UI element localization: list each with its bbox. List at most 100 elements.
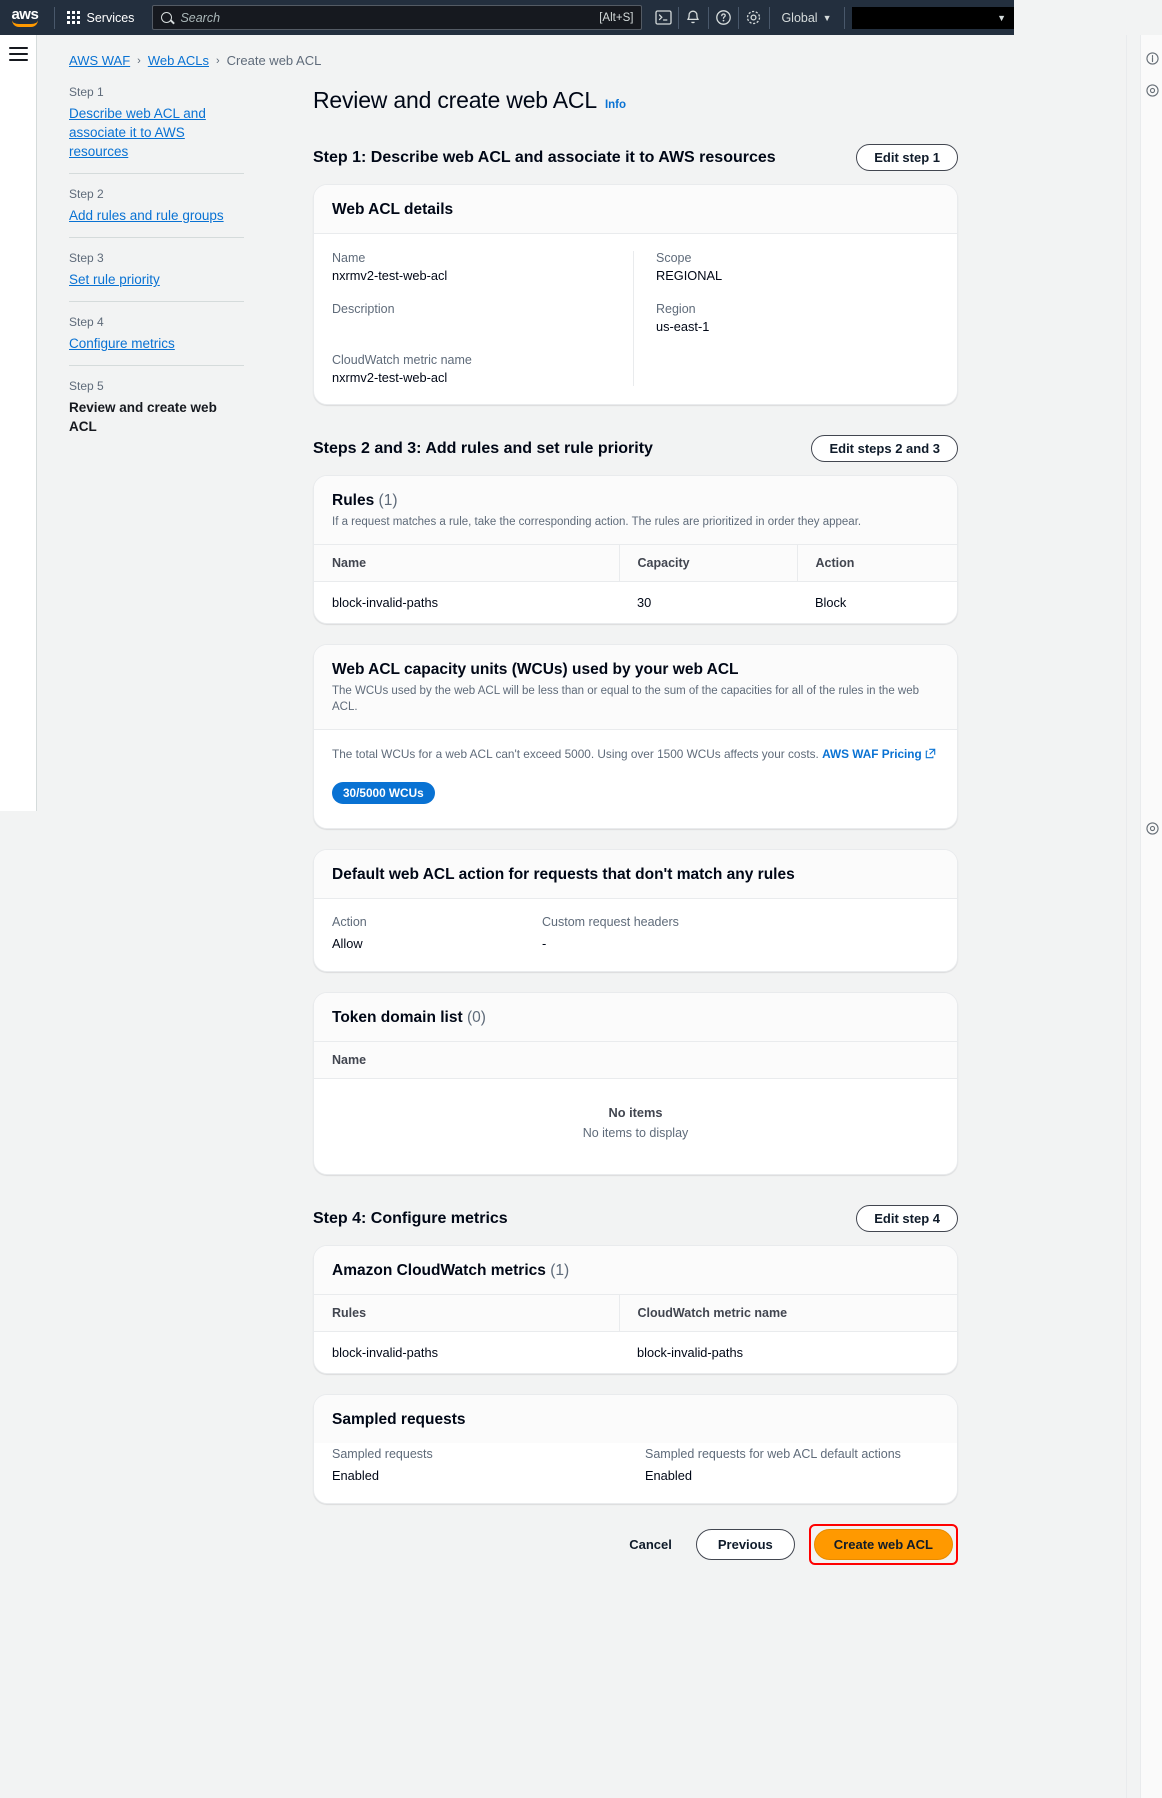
cloudwatch-metric-name-value: nxrmv2-test-web-acl	[332, 370, 615, 386]
search-shortcut-hint: [Alt+S]	[599, 12, 633, 24]
edit-step-4-button[interactable]: Edit step 4	[856, 1205, 958, 1232]
global-search-bar[interactable]: [Alt+S]	[152, 5, 642, 30]
search-input[interactable]	[180, 11, 599, 25]
sidebar-step-3: Step 3 Set rule priority	[69, 237, 244, 301]
token-domain-col-name: Name	[314, 1042, 957, 1079]
web-acl-details-card: Web ACL details Name nxrmv2-test-web-acl…	[313, 184, 958, 405]
sidebar-step-4: Step 4 Configure metrics	[69, 301, 244, 365]
help-question-icon[interactable]	[711, 0, 737, 35]
cancel-button[interactable]: Cancel	[619, 1531, 682, 1558]
left-rail-lower	[0, 811, 37, 1798]
metrics-col-rules: Rules	[314, 1295, 619, 1332]
edit-steps-2-and-3-button[interactable]: Edit steps 2 and 3	[811, 435, 958, 462]
create-web-acl-button[interactable]: Create web ACL	[814, 1529, 953, 1560]
step-number: Step 3	[69, 251, 244, 265]
cloudwatch-metrics-title: Amazon CloudWatch metrics (1)	[332, 1262, 939, 1280]
breadcrumb-separator-icon: ›	[137, 55, 141, 67]
aws-waf-pricing-link[interactable]: AWS WAF Pricing	[822, 747, 922, 761]
scope-label: Scope	[656, 251, 939, 265]
navigation-toggle-button[interactable]	[9, 47, 28, 61]
top-navigation-bar: aws Services [Alt+S] Global ▼ ▼	[0, 0, 1014, 35]
edit-step-1-button[interactable]: Edit step 1	[856, 144, 958, 171]
wcu-note-text: The total WCUs for a web ACL can't excee…	[332, 747, 819, 761]
step-number: Step 1	[69, 85, 244, 99]
wcu-title: Web ACL capacity units (WCUs) used by yo…	[332, 661, 939, 679]
wcu-body: The total WCUs for a web ACL can't excee…	[314, 730, 957, 828]
step1-heading: Step 1: Describe web ACL and associate i…	[313, 149, 776, 167]
table-header-row: Name Capacity Action	[314, 545, 957, 582]
web-acl-details-body: Name nxrmv2-test-web-acl Description Clo…	[314, 234, 957, 404]
nav-divider	[54, 7, 55, 29]
token-domain-list-count: (0)	[467, 1009, 486, 1026]
region-value: us-east-1	[656, 319, 939, 335]
token-domain-empty-state: No items No items to display	[314, 1079, 957, 1174]
external-link-icon[interactable]	[925, 748, 936, 762]
description-label: Description	[332, 302, 615, 316]
wcu-description: The WCUs used by the web ACL will be les…	[332, 683, 939, 715]
step4-heading: Step 4: Configure metrics	[313, 1210, 508, 1228]
sampled-default-actions-value: Enabled	[645, 1468, 939, 1483]
info-panel-icon[interactable]	[1141, 45, 1162, 71]
previous-button[interactable]: Previous	[696, 1529, 795, 1560]
custom-request-headers-value: -	[542, 936, 939, 951]
breadcrumb-separator-icon: ›	[216, 55, 220, 67]
card-header: Default web ACL action for requests that…	[314, 850, 957, 899]
description-value	[332, 319, 615, 335]
aws-logo-text: aws	[11, 9, 38, 21]
wizard-footer-actions: Cancel Previous Create web ACL	[313, 1524, 958, 1605]
help-panel-icon[interactable]	[1141, 77, 1162, 103]
settings-gear-icon[interactable]	[741, 0, 767, 35]
card-header: Rules (1) If a request matches a rule, t…	[314, 476, 957, 545]
info-link[interactable]: Info	[605, 99, 626, 111]
table-header-row: Rules CloudWatch metric name	[314, 1295, 957, 1332]
sampled-default-actions-label: Sampled requests for web ACL default act…	[645, 1447, 939, 1461]
rule-action-cell: Block	[797, 582, 957, 624]
nav-divider	[844, 7, 845, 29]
token-domain-table: Name	[314, 1042, 957, 1079]
cloudwatch-metrics-title-text: Amazon CloudWatch metrics	[332, 1262, 546, 1279]
sidebar-step-link-add-rules[interactable]: Add rules and rule groups	[69, 206, 224, 225]
page-scrollbar[interactable]	[1126, 35, 1140, 1798]
cloudwatch-metric-name-label: CloudWatch metric name	[332, 353, 615, 367]
step-number: Step 2	[69, 187, 244, 201]
region-label: Global	[781, 11, 817, 25]
account-menu-button[interactable]	[852, 7, 1014, 29]
aws-logo[interactable]: aws	[10, 4, 40, 32]
card-header: Web ACL details	[314, 185, 957, 234]
sampled-requests-label: Sampled requests	[332, 1447, 542, 1461]
token-domain-list-title-text: Token domain list	[332, 1009, 463, 1026]
rules-description: If a request matches a rule, take the co…	[332, 514, 939, 530]
sidebar-step-link-configure-metrics[interactable]: Configure metrics	[69, 334, 175, 353]
sampled-requests-column: Sampled requests Enabled	[332, 1447, 542, 1483]
wcu-note-row: The total WCUs for a web ACL can't excee…	[332, 747, 939, 762]
nav-divider	[769, 7, 770, 29]
web-acl-details-title: Web ACL details	[332, 201, 939, 219]
card-header: Sampled requests	[314, 1395, 957, 1443]
token-domain-list-title: Token domain list (0)	[332, 1009, 939, 1027]
wcu-usage-badge: 30/5000 WCUs	[332, 782, 435, 804]
main-content: Review and create web ACL Info Step 1: D…	[295, 35, 976, 1798]
rules-table: Name Capacity Action block-invalid-paths…	[314, 545, 957, 623]
region-selector[interactable]: Global ▼	[771, 0, 841, 35]
sidebar-step-link-describe[interactable]: Describe web ACL and associate it to AWS…	[69, 104, 244, 161]
card-header: Web ACL capacity units (WCUs) used by yo…	[314, 645, 957, 730]
default-action-label: Action	[332, 915, 542, 929]
step4-section-header: Step 4: Configure metrics Edit step 4	[313, 1205, 958, 1232]
services-menu-button[interactable]: Services	[57, 0, 145, 35]
nav-divider	[708, 7, 709, 29]
right-side-panel-rail	[1140, 35, 1162, 1798]
notifications-bell-icon[interactable]	[681, 0, 707, 35]
wizard-steps-sidebar: Step 1 Describe web ACL and associate it…	[37, 35, 295, 1798]
default-action-column: Action Allow	[332, 915, 542, 951]
breadcrumb-link-web-acls[interactable]: Web ACLs	[148, 53, 209, 68]
scope-value: REGIONAL	[656, 268, 939, 284]
sidebar-step-link-rule-priority[interactable]: Set rule priority	[69, 270, 160, 289]
sampled-default-actions-column: Sampled requests for web ACL default act…	[542, 1447, 939, 1483]
cloudshell-icon[interactable]	[650, 0, 676, 35]
details-right-column: Scope REGIONAL Region us-east-1	[634, 251, 939, 386]
chevron-down-icon[interactable]: ▼	[997, 13, 1006, 23]
feedback-panel-icon[interactable]	[1141, 815, 1162, 841]
custom-headers-column: Custom request headers -	[542, 915, 939, 951]
breadcrumb-link-aws-waf[interactable]: AWS WAF	[69, 53, 130, 68]
cloudwatch-metrics-count: (1)	[550, 1262, 569, 1279]
